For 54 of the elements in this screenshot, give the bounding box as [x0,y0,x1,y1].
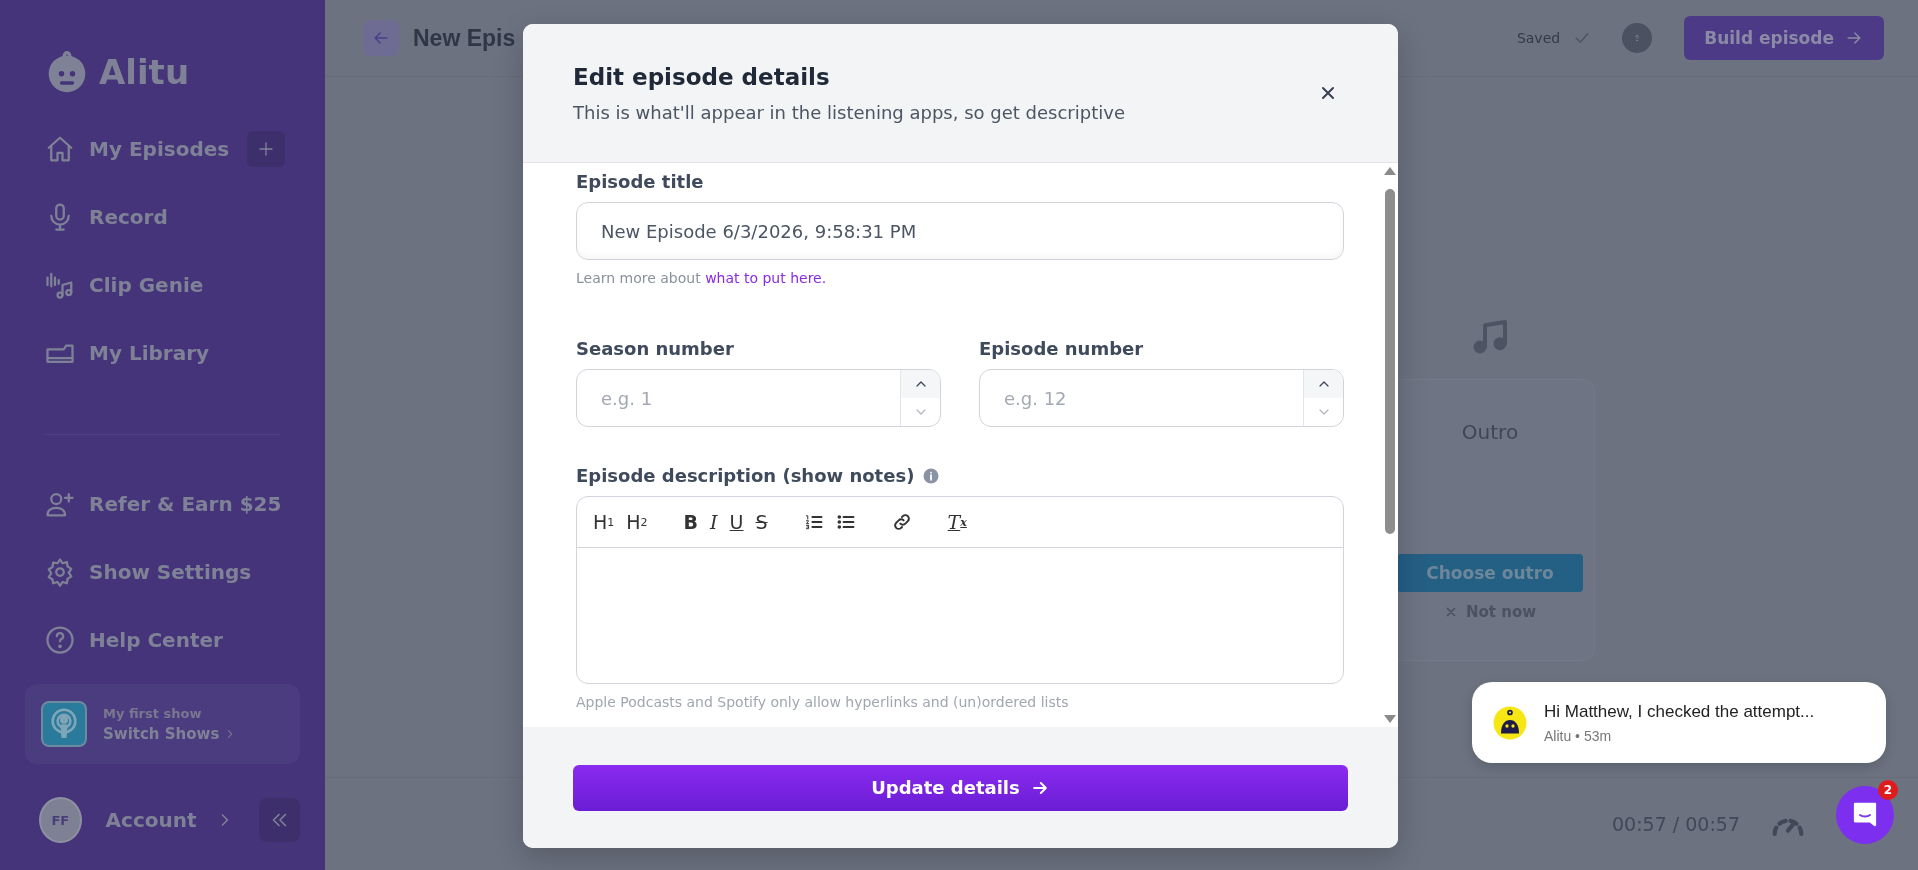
chat-meta: Alitu • 53m [1544,727,1613,744]
plus-icon [257,140,275,158]
dialog-title: Edit episode details [573,63,831,90]
notification-badge: 2 [1878,780,1898,800]
field-label: Episode number [979,338,1145,359]
nav-item[interactable]: Clip Genie [45,270,204,300]
field-label: Season number [576,338,735,359]
number-input[interactable]: e.g. 12 [979,369,1344,427]
editor-hint: Apple Podcasts and Spotify only allow hyperlinks and (un)ordered lists [576,694,1070,710]
update-details-button[interactable]: Update details [573,764,1348,811]
field-label: Episode description (show notes) [576,465,915,486]
italic-button[interactable]: I [706,508,722,536]
nav-item[interactable]: My Episodes [45,134,230,164]
build-episode-button[interactable]: Build episode [1684,16,1884,60]
nav-item[interactable]: Help Center [45,625,223,655]
back-button[interactable] [363,20,399,56]
scrollbar[interactable] [1382,163,1398,727]
house-icon [45,134,75,164]
nav-item[interactable]: Refer & Earn $25 [45,489,282,519]
bullet-list-icon[interactable] [835,512,856,532]
numbered-list-icon[interactable] [803,512,824,532]
logo-text: Alitu [99,52,190,92]
waveform-note-icon [45,270,75,300]
chat-notification[interactable]: Hi Matthew, I checked the attempt... Alitu • 53m [1472,682,1886,763]
page-title: New Epis [413,24,516,52]
add-episode-button[interactable] [247,131,285,167]
saved-status: Saved [1516,30,1561,46]
choose-outro-button[interactable]: Choose outro [1397,554,1583,592]
field-label: Episode title [576,171,705,192]
nav-item[interactable]: My Library [45,338,210,368]
info-icon [922,466,941,485]
number-input[interactable]: e.g. 1 [576,369,941,427]
nav-item[interactable]: Show Settings [45,557,252,587]
switch-shows-link[interactable]: Switch Shows [103,724,220,743]
dialog-subtitle: This is what'll appear in the listening apps, so get descriptive [573,101,1126,123]
help-button[interactable] [1622,23,1653,53]
show-name: My first show [103,705,203,721]
help-link[interactable]: what to put here. [705,270,827,286]
collapse-sidebar-button[interactable] [258,798,300,842]
chat-launcher-button[interactable] [1836,786,1894,844]
avatar: FF [39,797,82,843]
episode-title-input[interactable]: New Episode 6/3/2026, 9:58:31 PM [576,202,1344,260]
account-link[interactable]: Account [105,808,235,832]
link-icon[interactable] [891,512,912,532]
gear-icon [45,557,75,587]
chat-message: Hi Matthew, I checked the attempt... [1544,701,1815,722]
help-text: Learn more about what to put here. [576,270,828,286]
nav-item[interactable]: Record [45,202,168,232]
strikethrough-button[interactable]: S [751,508,772,536]
help-icon [45,625,75,655]
robot-avatar-icon [1492,704,1528,741]
bold-button[interactable]: B [679,508,703,536]
underline-button[interactable]: U [725,508,748,536]
show-switcher[interactable]: My first show Switch Shows [25,684,300,764]
